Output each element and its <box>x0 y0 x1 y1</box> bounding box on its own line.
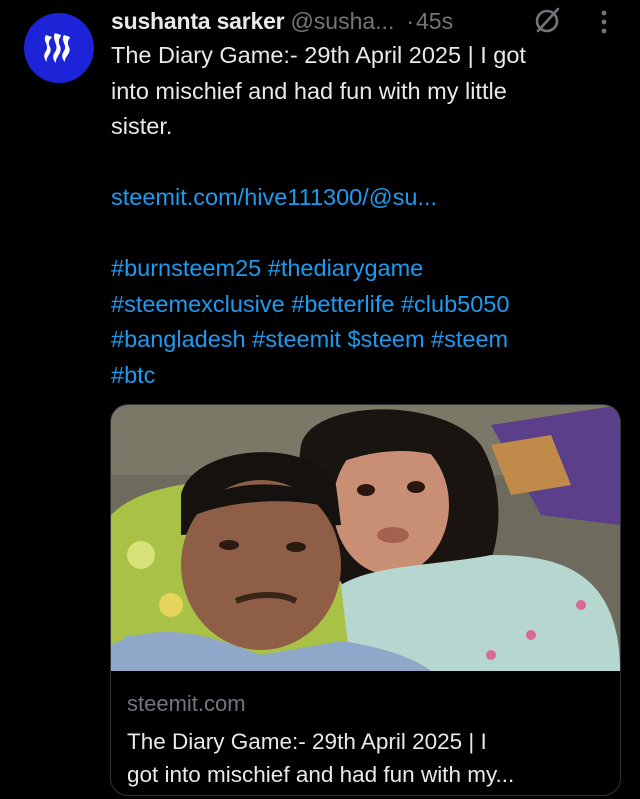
hashtag-line[interactable]: #burnsteem25 #thediarygame <box>111 251 611 287</box>
grok-icon[interactable] <box>533 5 563 35</box>
card-image[interactable] <box>111 405 620 671</box>
author-handle[interactable]: @susha... <box>290 8 394 35</box>
tweet-text: The Diary Game:- 29th April 2025 | I got… <box>111 38 611 393</box>
author-name[interactable]: sushanta sarker <box>111 8 285 35</box>
card-title: The Diary Game:- 29th April 2025 | I got… <box>127 725 607 791</box>
tweet-link[interactable]: steemit.com/hive111300/@su... <box>111 180 611 216</box>
tweet-header: sushanta sarker @susha... · 45s <box>111 4 453 38</box>
timestamp[interactable]: 45s <box>416 8 453 35</box>
card-title-line: got into mischief and had fun with my... <box>127 762 515 787</box>
hashtag-line[interactable]: #bangladesh #steemit $steem #steem <box>111 322 611 358</box>
hashtag-line[interactable]: #btc <box>111 358 611 394</box>
more-vertical-icon[interactable] <box>594 8 614 36</box>
tweet-text-line: into mischief and had fun with my little <box>111 77 507 104</box>
card-title-line: The Diary Game:- 29th April 2025 | I <box>127 729 487 754</box>
tweet[interactable]: sushanta sarker @susha... · 45s The Diar… <box>0 0 640 799</box>
card-domain: steemit.com <box>127 691 246 716</box>
steem-logo-icon <box>44 33 70 63</box>
separator-dot: · <box>406 7 415 34</box>
hashtag-line[interactable]: #steemexclusive #betterlife #club5050 <box>111 287 611 323</box>
link-preview-card[interactable]: steemit.com The Diary Game:- 29th April … <box>110 404 621 796</box>
tweet-text-line: The Diary Game:- 29th April 2025 | I got <box>111 42 526 68</box>
tweet-text-line: sister. <box>111 113 173 139</box>
avatar[interactable] <box>24 13 94 83</box>
